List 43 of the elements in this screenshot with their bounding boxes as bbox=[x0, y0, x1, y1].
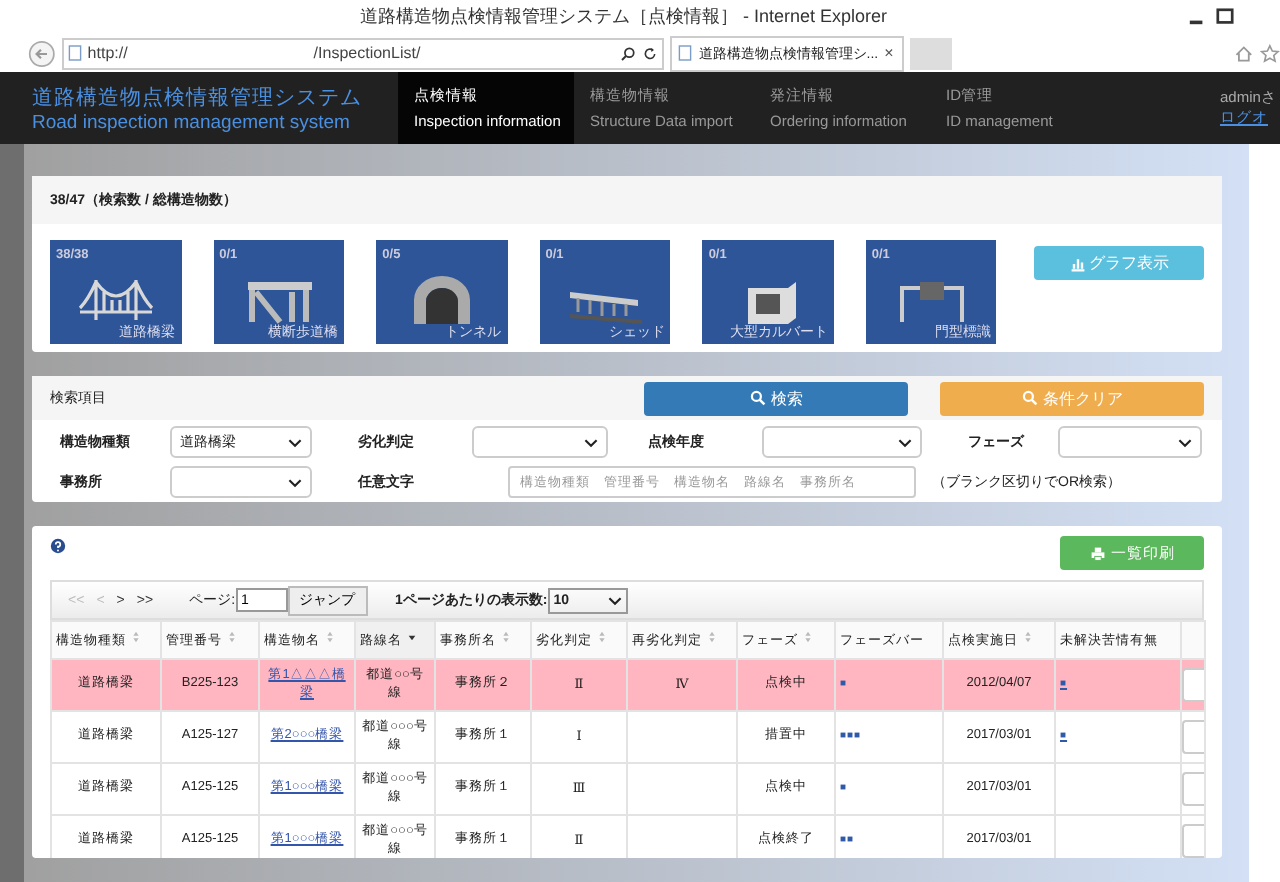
sort-icon bbox=[502, 630, 510, 644]
app-title: 道路構造物点検情報管理システム bbox=[32, 83, 364, 111]
search-button[interactable]: 検索 bbox=[644, 381, 908, 415]
app-title: Road inspection management system bbox=[32, 111, 352, 133]
sort-icon bbox=[228, 630, 236, 644]
select-field[interactable] bbox=[1058, 426, 1202, 458]
page-icon bbox=[678, 44, 693, 62]
sort-icon bbox=[598, 630, 606, 644]
suspension-bridge-icon bbox=[76, 276, 156, 324]
home-icon[interactable] bbox=[1234, 43, 1255, 63]
select-field[interactable] bbox=[170, 466, 312, 498]
search-icon bbox=[1021, 390, 1037, 406]
refresh-icon[interactable] bbox=[642, 45, 659, 61]
chevron-down-icon bbox=[1178, 437, 1192, 447]
help-icon[interactable] bbox=[50, 538, 66, 554]
sort-icon bbox=[708, 630, 716, 644]
row-action-button[interactable] bbox=[1183, 772, 1203, 806]
close-tab-button[interactable]: × bbox=[884, 44, 894, 62]
chevron-down-icon bbox=[898, 437, 912, 447]
row-action-button[interactable] bbox=[1183, 720, 1203, 754]
row-action-button[interactable] bbox=[1183, 668, 1203, 702]
window-title: 道路構造物点検情報管理システム［点検情報］ - Internet Explorer bbox=[360, 4, 888, 30]
bar-chart-icon bbox=[1069, 255, 1086, 271]
search-icon bbox=[749, 390, 765, 406]
search-icon[interactable] bbox=[620, 45, 637, 61]
address-field[interactable]: http:// /InspectionList/ bbox=[61, 37, 665, 69]
chevron-down-icon bbox=[288, 477, 302, 487]
sort-icon bbox=[132, 630, 140, 644]
star-icon[interactable] bbox=[1260, 43, 1280, 63]
chevron-down-icon bbox=[607, 595, 622, 605]
back-icon[interactable] bbox=[28, 39, 56, 67]
select-field[interactable] bbox=[762, 426, 922, 458]
sort-icon bbox=[804, 630, 812, 644]
printer-icon bbox=[1089, 545, 1105, 561]
chevron-down-icon bbox=[288, 437, 302, 447]
sort-icon bbox=[1024, 630, 1032, 644]
page-icon bbox=[67, 44, 82, 62]
chevron-down-icon bbox=[584, 437, 598, 447]
sort-icon bbox=[326, 630, 334, 644]
new-tab-button[interactable] bbox=[909, 37, 953, 69]
select-field[interactable] bbox=[472, 426, 608, 458]
row-action-button[interactable] bbox=[1183, 824, 1203, 858]
maximize-icon[interactable] bbox=[1216, 8, 1234, 26]
